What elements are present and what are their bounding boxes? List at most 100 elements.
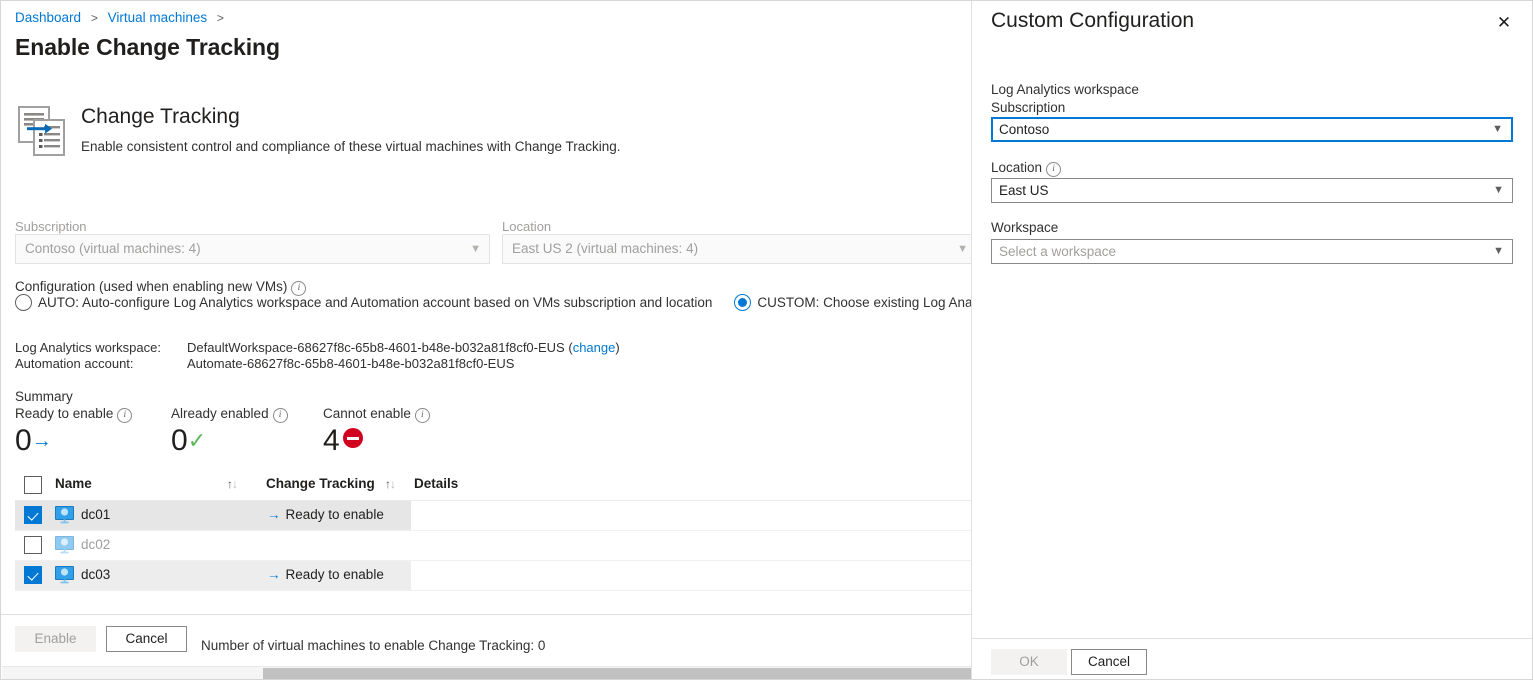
chevron-down-icon-subscription: ▼ <box>1492 123 1503 135</box>
check-icon: ✓ <box>187 428 207 453</box>
panel-location-label: Location i <box>991 160 1062 177</box>
info-icon-cannot-enable[interactable]: i <box>414 408 430 423</box>
info-icon-ready-to-enable[interactable]: i <box>117 408 133 423</box>
virtual-machine-icon <box>55 506 74 524</box>
summary-label-already: Already enabled i <box>171 406 288 423</box>
info-icon-already-enabled[interactable]: i <box>272 408 288 423</box>
change-tracking-icon <box>18 106 66 156</box>
breadcrumb: Dashboard > Virtual machines > <box>15 10 230 25</box>
row-checkbox[interactable] <box>24 506 42 524</box>
panel-location-label-text: Location <box>991 160 1043 175</box>
sort-icon-name[interactable]: ↑↓ <box>227 477 238 491</box>
summary-heading: Summary <box>15 389 73 404</box>
summary-value-already: 0✓ <box>171 424 206 458</box>
hero-subtitle: Enable consistent control and compliance… <box>81 139 621 154</box>
subscription-label: Subscription <box>15 219 87 234</box>
log-analytics-workspace-key: Log Analytics workspace: <box>15 340 161 355</box>
enable-change-tracking-blade: Dashboard > Virtual machines > Enable Ch… <box>1 1 972 679</box>
subscription-select-value: Contoso (virtual machines: 4) <box>25 241 201 256</box>
panel-cancel-button[interactable]: Cancel <box>1071 649 1147 675</box>
panel-workspace-placeholder: Select a workspace <box>999 244 1117 259</box>
summary-label-ready-text: Ready to enable <box>15 406 114 421</box>
panel-location-select[interactable]: East US ▼ <box>991 178 1513 203</box>
footer-divider <box>1 614 971 615</box>
breadcrumb-item-virtual-machines[interactable]: Virtual machines <box>108 10 208 25</box>
arrow-right-icon-row: → <box>267 567 281 582</box>
column-header-details[interactable]: Details <box>414 476 458 491</box>
virtual-machine-icon <box>55 536 74 554</box>
panel-workspace-select[interactable]: Select a workspace ▼ <box>991 239 1513 264</box>
automation-account-value: Automate-68627f8c-65b8-4601-b48e-b032a81… <box>187 356 515 371</box>
log-analytics-workspace-value: DefaultWorkspace-68627f8c-65b8-4601-b48e… <box>187 340 565 355</box>
summary-value-cannot-number: 4 <box>323 424 340 457</box>
location-select-value: East US 2 (virtual machines: 4) <box>512 241 699 256</box>
row-checkbox[interactable] <box>24 536 42 554</box>
azure-portal-page: Dashboard > Virtual machines > Enable Ch… <box>0 0 1533 680</box>
row-checkbox-wrap[interactable] <box>24 566 42 587</box>
radio-custom[interactable] <box>734 294 752 311</box>
breadcrumb-separator-icon-2: > <box>216 11 224 25</box>
table-header-row: Name ↑↓ Change Tracking ↑↓ Details <box>15 471 971 501</box>
panel-location-value: East US <box>999 183 1049 198</box>
select-all-checkbox-wrap[interactable] <box>24 476 42 497</box>
table-row[interactable]: dc02 <box>15 531 971 561</box>
chevron-down-icon-2: ▼ <box>957 243 968 255</box>
panel-title: Custom Configuration <box>991 9 1195 32</box>
custom-configuration-panel: Custom Configuration ✕ Log Analytics wor… <box>972 1 1532 679</box>
column-header-change-tracking[interactable]: Change Tracking <box>266 476 375 491</box>
summary-label-already-text: Already enabled <box>171 406 269 421</box>
sort-icon-change-tracking[interactable]: ↑↓ <box>385 477 396 491</box>
configuration-radio-group: AUTO: Auto-configure Log Analytics works… <box>15 294 972 311</box>
breadcrumb-item-dashboard[interactable]: Dashboard <box>15 10 81 25</box>
change-workspace-link[interactable]: change <box>573 340 616 355</box>
chevron-down-icon: ▼ <box>470 243 481 255</box>
row-status: → Ready to enable <box>267 507 384 522</box>
column-header-name[interactable]: Name <box>55 476 92 491</box>
horizontal-scrollbar-thumb[interactable] <box>263 668 971 679</box>
radio-auto[interactable] <box>15 294 32 311</box>
summary-value-already-number: 0 <box>171 424 188 457</box>
summary-label-cannot-text: Cannot enable <box>323 406 411 421</box>
radio-auto-label: AUTO: Auto-configure Log Analytics works… <box>38 295 713 310</box>
summary-value-cannot: 4 <box>323 424 363 458</box>
panel-subscription-select[interactable]: Contoso ▼ <box>991 117 1513 142</box>
panel-subscription-value: Contoso <box>999 122 1050 137</box>
row-name: dc01 <box>81 507 111 522</box>
location-select[interactable]: East US 2 (virtual machines: 4) ▼ <box>502 234 971 264</box>
info-icon-panel-location[interactable]: i <box>1046 162 1062 177</box>
panel-footer-divider <box>972 638 1532 639</box>
automation-account-key: Automation account: <box>15 356 134 371</box>
virtual-machines-table: Name ↑↓ Change Tracking ↑↓ Details dc01 … <box>15 471 971 591</box>
hero-title: Change Tracking <box>81 105 240 128</box>
cancel-button[interactable]: Cancel <box>106 626 187 652</box>
configuration-label-text: Configuration (used when enabling new VM… <box>15 279 288 294</box>
subscription-select[interactable]: Contoso (virtual machines: 4) ▼ <box>15 234 490 264</box>
row-checkbox-wrap[interactable] <box>24 506 42 527</box>
arrow-right-icon: → <box>31 430 52 452</box>
panel-workspace-label: Workspace <box>991 220 1059 235</box>
breadcrumb-separator-icon: > <box>90 11 98 25</box>
horizontal-scrollbar[interactable] <box>2 666 971 679</box>
radio-custom-label: CUSTOM: Choose existing Log Analytics wo… <box>757 295 972 310</box>
close-icon[interactable]: ✕ <box>1493 13 1515 35</box>
summary-label-cannot: Cannot enable i <box>323 406 430 423</box>
summary-label-ready: Ready to enable i <box>15 406 133 423</box>
panel-ok-button[interactable]: OK <box>991 649 1067 675</box>
row-checkbox-wrap[interactable] <box>24 536 42 557</box>
summary-value-ready: 0→ <box>15 424 52 458</box>
row-name: dc02 <box>81 537 111 552</box>
row-status-text: Ready to enable <box>285 507 384 522</box>
footer-note: Number of virtual machines to enable Cha… <box>201 638 546 653</box>
select-all-checkbox[interactable] <box>24 476 42 494</box>
arrow-right-icon-row: → <box>267 507 281 522</box>
summary-value-ready-number: 0 <box>15 424 32 457</box>
row-checkbox[interactable] <box>24 566 42 584</box>
row-status-text: Ready to enable <box>285 567 384 582</box>
log-analytics-workspace-value-row: DefaultWorkspace-68627f8c-65b8-4601-b48e… <box>187 340 620 355</box>
table-row[interactable]: dc03 → Ready to enable <box>15 561 971 591</box>
enable-button[interactable]: Enable <box>15 626 96 652</box>
location-label: Location <box>502 219 552 234</box>
row-name: dc03 <box>81 567 111 582</box>
table-row[interactable]: dc01 → Ready to enable <box>15 501 971 531</box>
virtual-machine-icon <box>55 566 74 584</box>
